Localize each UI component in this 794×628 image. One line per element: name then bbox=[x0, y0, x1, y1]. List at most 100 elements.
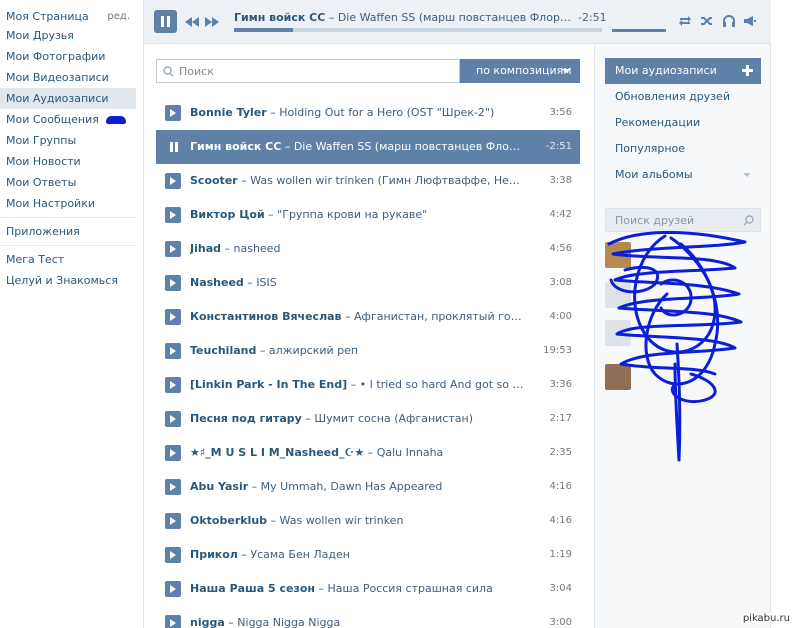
nav-my-news[interactable]: Мои Новости bbox=[0, 151, 136, 172]
repeat-icon[interactable] bbox=[678, 14, 692, 28]
volume-slider[interactable] bbox=[612, 29, 666, 32]
play-icon[interactable] bbox=[165, 173, 181, 189]
play-icon[interactable] bbox=[165, 479, 181, 495]
play-icon[interactable] bbox=[165, 309, 181, 325]
track-title[interactable]: Песня под гитару – Шумит сосна (Афганист… bbox=[190, 402, 526, 436]
track-row[interactable]: nigga – Nigga Nigga Nigga 3:00 bbox=[156, 606, 580, 628]
plus-icon[interactable] bbox=[742, 65, 753, 76]
track-title[interactable]: ★♯_M U S L I M_Nasheed_☪★ – Qalu Innaha bbox=[190, 436, 526, 470]
pause-button[interactable] bbox=[154, 10, 177, 33]
nav-my-page[interactable]: Моя Страница ред. bbox=[0, 6, 136, 27]
track-title[interactable]: Abu Yasir – My Ummah, Dawn Has Appeared bbox=[190, 470, 526, 504]
track-artist[interactable]: Наша Раша 5 сезон bbox=[190, 582, 315, 595]
track-row[interactable]: Виктор Цой – "Группа крови на рукаве" 4:4… bbox=[156, 198, 580, 232]
progress-bar[interactable] bbox=[234, 28, 602, 32]
track-title[interactable]: Oktoberklub – Was wollen wir trinken bbox=[190, 504, 526, 538]
nav-my-groups[interactable]: Мои Группы bbox=[0, 130, 136, 151]
track-artist[interactable]: Teuchiland bbox=[190, 344, 256, 357]
play-icon[interactable] bbox=[165, 241, 181, 257]
track-title[interactable]: Jihad – nasheed bbox=[190, 232, 526, 266]
track-artist[interactable]: Jihad bbox=[190, 242, 221, 255]
track-title[interactable]: Наша Раша 5 сезон – Наша Россия страшная… bbox=[190, 572, 526, 606]
menu-my-audio[interactable]: Мои аудиозаписи bbox=[605, 58, 761, 84]
track-song[interactable]: Holding Out for a Hero (OST "Шрек-2") bbox=[279, 106, 494, 119]
track-row[interactable]: Прикол – Усама Бен Ладен 1:19 bbox=[156, 538, 580, 572]
play-icon[interactable] bbox=[165, 377, 181, 393]
track-row[interactable]: Наша Раша 5 сезон – Наша Россия страшная… bbox=[156, 572, 580, 606]
previous-icon[interactable] bbox=[184, 14, 200, 30]
play-icon[interactable] bbox=[165, 615, 181, 628]
track-title[interactable]: Прикол – Усама Бен Ладен bbox=[190, 538, 526, 572]
play-icon[interactable] bbox=[165, 445, 181, 461]
track-artist[interactable]: [Linkin Park - In The End] bbox=[190, 378, 347, 391]
play-icon[interactable] bbox=[165, 207, 181, 223]
track-title[interactable]: Константинов Вячеслав – Афганистан, прок… bbox=[190, 300, 526, 334]
track-song[interactable]: Was wollen wir trinken (Гимн Люфтваффе, … bbox=[250, 174, 526, 187]
track-row[interactable]: Bonnie Tyler – Holding Out for a Hero (O… bbox=[156, 96, 580, 130]
track-artist[interactable]: Песня под гитару bbox=[190, 412, 302, 425]
track-title[interactable]: nigga – Nigga Nigga Nigga bbox=[190, 606, 526, 628]
track-title[interactable]: [Linkin Park - In The End] – • I tried s… bbox=[190, 368, 526, 402]
track-row[interactable]: Oktoberklub – Was wollen wir trinken 4:16 bbox=[156, 504, 580, 538]
track-song[interactable]: Шумит сосна (Афганистан) bbox=[314, 412, 473, 425]
edit-link[interactable]: ред. bbox=[107, 6, 130, 27]
play-icon[interactable] bbox=[165, 547, 181, 563]
play-icon[interactable] bbox=[165, 275, 181, 291]
track-artist[interactable]: Виктор Цой bbox=[190, 208, 265, 221]
nav-my-answers[interactable]: Мои Ответы bbox=[0, 172, 136, 193]
track-artist[interactable]: Bonnie Tyler bbox=[190, 106, 267, 119]
track-artist[interactable]: Константинов Вячеслав bbox=[190, 310, 342, 323]
track-artist[interactable]: ★♯_M U S L I M_Nasheed_☪★ bbox=[190, 446, 364, 459]
nav-my-videos[interactable]: Мои Видеозаписи bbox=[0, 67, 136, 88]
track-song[interactable]: Qalu Innaha bbox=[377, 446, 444, 459]
track-song[interactable]: Афганистан, проклятый горный ... bbox=[354, 310, 526, 323]
track-artist[interactable]: Scooter bbox=[190, 174, 238, 187]
track-row[interactable]: Teuchiland – алжирский реп 19:53 bbox=[156, 334, 580, 368]
track-title[interactable]: Виктор Цой – "Группа крови на рукаве" bbox=[190, 198, 526, 232]
track-song[interactable]: Die Waffen SS (марш повстанцев Флориана … bbox=[294, 140, 526, 153]
track-artist[interactable]: Oktoberklub bbox=[190, 514, 267, 527]
track-row[interactable]: Гимн войск СС – Die Waffen SS (марш повс… bbox=[156, 130, 580, 164]
track-song[interactable]: Наша Россия страшная сила bbox=[328, 582, 493, 595]
nav-kiss-and-meet[interactable]: Целуй и Знакомься bbox=[0, 270, 136, 291]
play-icon[interactable] bbox=[165, 581, 181, 597]
track-artist[interactable]: Nasheed bbox=[190, 276, 244, 289]
nav-mega-test[interactable]: Мега Тест bbox=[0, 249, 136, 270]
play-icon[interactable] bbox=[165, 513, 181, 529]
track-title[interactable]: Teuchiland – алжирский реп bbox=[190, 334, 526, 368]
play-icon[interactable] bbox=[165, 343, 181, 359]
next-icon[interactable] bbox=[204, 14, 220, 30]
track-row[interactable]: Константинов Вячеслав – Афганистан, прок… bbox=[156, 300, 580, 334]
nav-my-audio[interactable]: Мои Аудиозаписи bbox=[0, 88, 136, 109]
track-artist[interactable]: Прикол bbox=[190, 548, 238, 561]
track-row[interactable]: [Linkin Park - In The End] – • I tried s… bbox=[156, 368, 580, 402]
track-row[interactable]: Jihad – nasheed 4:56 bbox=[156, 232, 580, 266]
search-input[interactable] bbox=[179, 63, 449, 79]
track-song[interactable]: Was wollen wir trinken bbox=[280, 514, 404, 527]
play-icon[interactable] bbox=[165, 411, 181, 427]
track-title[interactable]: Bonnie Tyler – Holding Out for a Hero (O… bbox=[190, 96, 526, 130]
track-song[interactable]: "Группа крови на рукаве" bbox=[277, 208, 427, 221]
track-song[interactable]: Nigga Nigga Nigga bbox=[237, 616, 340, 628]
track-row[interactable]: Abu Yasir – My Ummah, Dawn Has Appeared 4… bbox=[156, 470, 580, 504]
track-song[interactable]: My Ummah, Dawn Has Appeared bbox=[261, 480, 443, 493]
broadcast-icon[interactable] bbox=[743, 14, 757, 28]
track-row[interactable]: Scooter – Was wollen wir trinken (Гимн Л… bbox=[156, 164, 580, 198]
track-artist[interactable]: Гимн войск СС bbox=[190, 140, 281, 153]
menu-my-albums[interactable]: Мои альбомы bbox=[605, 162, 761, 188]
search-filter-dropdown[interactable]: по композициям bbox=[460, 59, 580, 83]
track-title[interactable]: Scooter – Was wollen wir trinken (Гимн Л… bbox=[190, 164, 526, 198]
play-icon[interactable] bbox=[165, 105, 181, 121]
track-song[interactable]: ISIS bbox=[256, 276, 276, 289]
track-title[interactable]: Nasheed – ISIS bbox=[190, 266, 526, 300]
track-song[interactable]: алжирский реп bbox=[269, 344, 358, 357]
menu-friends-updates[interactable]: Обновления друзей bbox=[605, 84, 761, 110]
headphones-icon[interactable] bbox=[722, 14, 736, 28]
track-row[interactable]: ★♯_M U S L I M_Nasheed_☪★ – Qalu Innaha 2… bbox=[156, 436, 580, 470]
menu-popular[interactable]: Популярное bbox=[605, 136, 761, 162]
track-artist[interactable]: nigga bbox=[190, 616, 225, 628]
nav-apps[interactable]: Приложения bbox=[0, 221, 136, 242]
track-row[interactable]: Песня под гитару – Шумит сосна (Афганист… bbox=[156, 402, 580, 436]
pause-icon[interactable] bbox=[165, 139, 181, 155]
nav-my-friends[interactable]: Мои Друзья bbox=[0, 25, 136, 46]
